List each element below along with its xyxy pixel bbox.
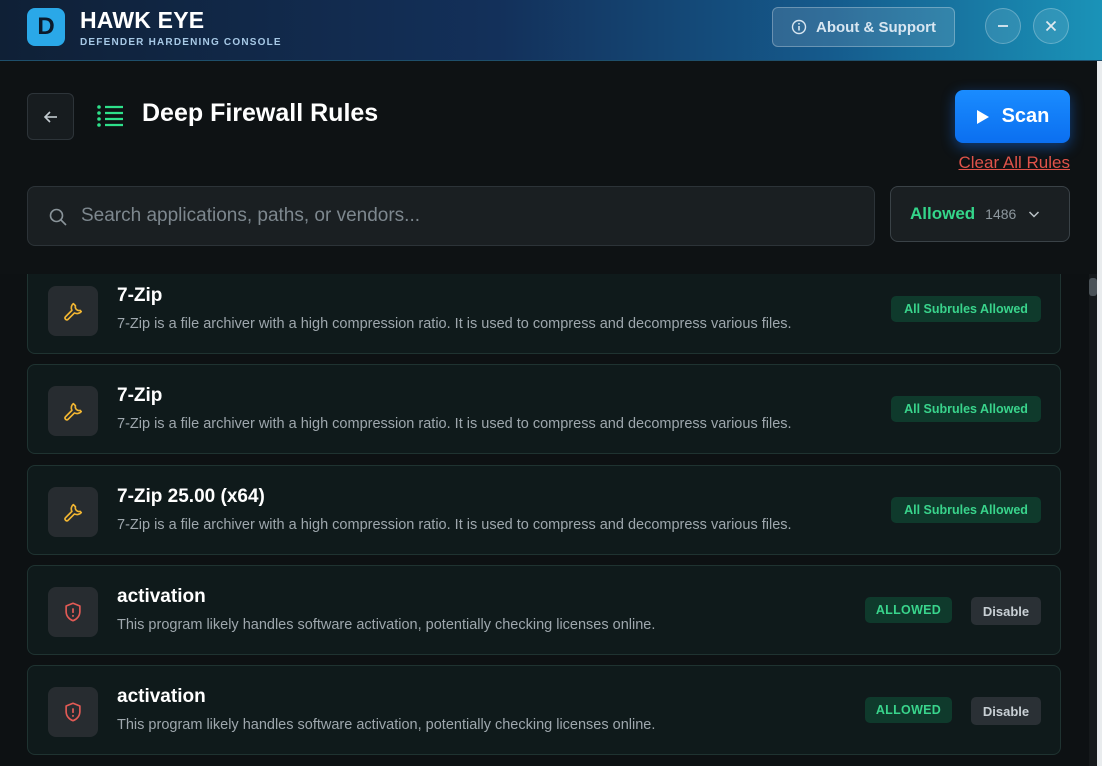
app-subtitle: DEFENDER HARDENING CONSOLE [80, 37, 282, 48]
rule-description: 7-Zip is a file archiver with a high com… [117, 416, 792, 432]
rule-name: 7-Zip [117, 285, 163, 306]
scan-label: Scan [1001, 105, 1050, 127]
search-box [27, 186, 875, 246]
title-bar: D HAWK EYE DEFENDER HARDENING CONSOLE Ab… [0, 0, 1102, 61]
shield-alert-icon [48, 687, 98, 737]
status-badge: All Subrules Allowed [891, 497, 1041, 523]
filter-count: 1486 [985, 206, 1017, 222]
back-button[interactable] [27, 93, 74, 140]
filter-selected-value: Allowed [910, 204, 976, 223]
close-icon [1045, 20, 1057, 32]
disable-button[interactable]: Disable [971, 597, 1041, 625]
rule-name: 7-Zip [117, 385, 163, 406]
scan-button[interactable]: Scan [955, 90, 1070, 143]
scrollbar-track[interactable] [1089, 274, 1097, 766]
rule-description: 7-Zip is a file archiver with a high com… [117, 517, 792, 533]
clear-all-rules-link[interactable]: Clear All Rules [959, 153, 1071, 173]
rule-description: This program likely handles software act… [117, 617, 656, 633]
arrow-left-icon [43, 110, 57, 123]
rule-description: 7-Zip is a file archiver with a high com… [117, 316, 792, 332]
status-badge: ALLOWED [865, 597, 952, 623]
app-logo: D [27, 8, 65, 46]
play-icon [976, 109, 989, 124]
app-name: HAWK EYE [80, 7, 205, 33]
wrench-icon [48, 286, 98, 336]
list-icon [97, 105, 123, 127]
rule-name: activation [117, 586, 206, 607]
page-header: Deep Firewall Rules Scan Clear All Rules… [0, 61, 1102, 274]
chevron-down-icon [1029, 211, 1040, 218]
search-icon [49, 208, 67, 226]
rule-row[interactable]: activation This program likely handles s… [27, 665, 1061, 755]
window-edge [1097, 61, 1102, 766]
status-badge: All Subrules Allowed [891, 396, 1041, 422]
minimize-button[interactable] [985, 8, 1021, 44]
rule-name: 7-Zip 25.00 (x64) [117, 486, 265, 507]
close-button[interactable] [1033, 8, 1069, 44]
about-support-label: About & Support [816, 18, 936, 36]
status-badge: All Subrules Allowed [891, 296, 1041, 322]
rule-row[interactable]: 7-Zip 25.00 (x64) 7-Zip is a file archiv… [27, 465, 1061, 555]
status-filter-dropdown[interactable]: Allowed 1486 [890, 186, 1070, 242]
rule-list: 7-Zip 7-Zip is a file archiver with a hi… [27, 274, 1061, 766]
page-title: Deep Firewall Rules [142, 99, 379, 127]
wrench-icon [48, 386, 98, 436]
app-window: D HAWK EYE DEFENDER HARDENING CONSOLE Ab… [0, 0, 1102, 766]
status-badge: ALLOWED [865, 697, 952, 723]
rule-row[interactable]: 7-Zip 7-Zip is a file archiver with a hi… [27, 364, 1061, 454]
shield-alert-icon [48, 587, 98, 637]
about-support-button[interactable]: About & Support [772, 7, 955, 47]
scrollbar-thumb[interactable] [1089, 278, 1097, 296]
search-input[interactable] [81, 187, 861, 245]
rule-row[interactable]: activation This program likely handles s… [27, 565, 1061, 655]
rule-name: activation [117, 686, 206, 707]
rule-description: This program likely handles software act… [117, 717, 656, 733]
info-icon [791, 19, 807, 35]
minus-icon [998, 25, 1008, 27]
disable-button[interactable]: Disable [971, 697, 1041, 725]
rule-row[interactable]: 7-Zip 7-Zip is a file archiver with a hi… [27, 274, 1061, 354]
wrench-icon [48, 487, 98, 537]
